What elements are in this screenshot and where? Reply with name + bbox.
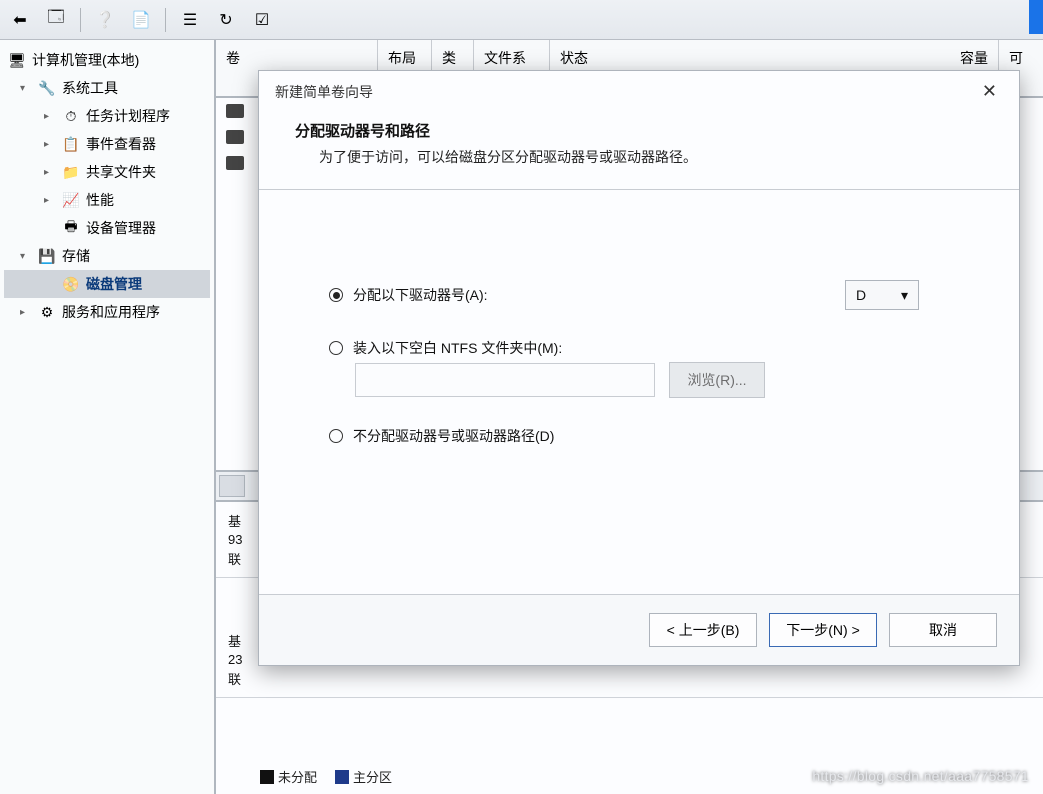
list-icon[interactable]: ☰ <box>178 8 202 32</box>
option-mount-folder[interactable]: 装入以下空白 NTFS 文件夹中(M): <box>329 338 949 358</box>
folder-icon: 📁 <box>62 163 80 181</box>
back-button[interactable]: < 上一步(B) <box>649 613 757 647</box>
tree-label: 性能 <box>86 190 114 210</box>
chart-icon: 📈 <box>62 191 80 209</box>
close-icon[interactable]: ✕ <box>976 81 1003 102</box>
tree-system-tools[interactable]: ▾ 🔧 系统工具 <box>4 74 210 102</box>
gear-icon: ⚙ <box>38 303 56 321</box>
tree-label: 事件查看器 <box>86 134 156 154</box>
disk-status: 联 <box>228 668 1031 689</box>
volume-icon <box>226 104 244 118</box>
main-toolbar: ⬅ 🗔 ❔ 📄 ☰ ↻ ☑ <box>0 0 1043 40</box>
option-label: 分配以下驱动器号(A): <box>353 285 488 305</box>
browse-button[interactable]: 浏览(R)... <box>669 362 765 398</box>
chevron-right-icon: ▸ <box>44 139 56 150</box>
log-icon: 📋 <box>62 135 80 153</box>
tree-disk-management[interactable]: 📀 磁盘管理 <box>4 270 210 298</box>
help-icon[interactable]: ❔ <box>93 8 117 32</box>
dialog-body: 分配以下驱动器号(A): D ▾ 装入以下空白 NTFS 文件夹中(M): 浏览… <box>259 190 1019 594</box>
volume-icon <box>226 130 244 144</box>
radio-mount[interactable] <box>329 341 343 355</box>
tree-label: 磁盘管理 <box>86 274 142 294</box>
separator <box>165 8 166 32</box>
tree-label: 设备管理器 <box>86 218 156 238</box>
scroll-thumb[interactable] <box>219 475 245 497</box>
blue-edge-strip <box>1029 0 1043 34</box>
dialog-subheading: 为了便于访问，可以给磁盘分区分配驱动器号或驱动器路径。 <box>295 147 983 167</box>
tree-storage[interactable]: ▾ 💾 存储 <box>4 242 210 270</box>
refresh-icon[interactable]: ↻ <box>214 8 238 32</box>
tree-label: 存储 <box>62 246 90 266</box>
chevron-down-icon: ▾ <box>901 287 908 304</box>
storage-icon: 💾 <box>38 247 56 265</box>
computer-icon: 🖥 <box>8 51 26 69</box>
disk-icon: 📀 <box>62 275 80 293</box>
legend-unallocated: 未分配 <box>260 767 317 786</box>
separator <box>80 8 81 32</box>
volume-icon <box>226 156 244 170</box>
option-label: 装入以下空白 NTFS 文件夹中(M): <box>353 338 562 358</box>
tree-services[interactable]: ▸ ⚙ 服务和应用程序 <box>4 298 210 326</box>
swatch-black-icon <box>260 770 274 784</box>
dialog-title: 新建简单卷向导 <box>275 82 373 102</box>
watermark-text: https://blog.csdn.net/aaa7758571 <box>812 768 1029 784</box>
tree-shared-folders[interactable]: ▸ 📁 共享文件夹 <box>4 158 210 186</box>
tree-label: 共享文件夹 <box>86 162 156 182</box>
dialog-header: 分配驱动器号和路径 为了便于访问，可以给磁盘分区分配驱动器号或驱动器路径。 <box>259 112 1019 190</box>
chevron-down-icon: ▾ <box>20 83 32 94</box>
nav-tree: 🖥 计算机管理(本地) ▾ 🔧 系统工具 ▸ ⏱ 任务计划程序 ▸ 📋 事件查看器 ▸ 📁 共享… <box>0 40 216 794</box>
drive-letter-value: D <box>856 287 866 303</box>
tree-root[interactable]: 🖥 计算机管理(本地) <box>4 46 210 74</box>
partition-legend: 未分配 主分区 <box>260 767 392 786</box>
folder-icon[interactable]: 📄 <box>129 8 153 32</box>
tree-root-label: 计算机管理(本地) <box>32 50 139 70</box>
tree-event-viewer[interactable]: ▸ 📋 事件查看器 <box>4 130 210 158</box>
option-label: 不分配驱动器号或驱动器路径(D) <box>353 426 554 446</box>
drive-letter-select[interactable]: D ▾ <box>845 280 919 310</box>
dialog-heading: 分配驱动器号和路径 <box>295 120 983 141</box>
chevron-down-icon: ▾ <box>20 251 32 262</box>
mount-path-input[interactable] <box>355 363 655 397</box>
tools-icon: 🔧 <box>38 79 56 97</box>
tree-performance[interactable]: ▸ 📈 性能 <box>4 186 210 214</box>
tree-label: 任务计划程序 <box>86 106 170 126</box>
tree-task-scheduler[interactable]: ▸ ⏱ 任务计划程序 <box>4 102 210 130</box>
radio-assign[interactable] <box>329 288 343 302</box>
next-button[interactable]: 下一步(N) > <box>769 613 877 647</box>
tree-device-manager[interactable]: 🖶 设备管理器 <box>4 214 210 242</box>
new-volume-wizard-dialog: 新建简单卷向导 ✕ 分配驱动器号和路径 为了便于访问，可以给磁盘分区分配驱动器号… <box>258 70 1020 666</box>
chevron-right-icon: ▸ <box>44 195 56 206</box>
dialog-titlebar[interactable]: 新建简单卷向导 ✕ <box>259 71 1019 112</box>
mount-path-row: 浏览(R)... <box>329 362 949 398</box>
option-assign-letter[interactable]: 分配以下驱动器号(A): D ▾ <box>329 280 949 310</box>
tree-label: 服务和应用程序 <box>62 302 160 322</box>
tree-label: 系统工具 <box>62 78 118 98</box>
checkbox-icon[interactable]: ☑ <box>250 8 274 32</box>
dialog-footer: < 上一步(B) 下一步(N) > 取消 <box>259 594 1019 665</box>
app-icon[interactable]: 🗔 <box>44 8 68 32</box>
radio-none[interactable] <box>329 429 343 443</box>
clock-icon: ⏱ <box>62 107 80 125</box>
chevron-right-icon: ▸ <box>20 307 32 318</box>
chevron-right-icon: ▸ <box>44 111 56 122</box>
legend-primary: 主分区 <box>335 767 392 786</box>
device-icon: 🖶 <box>62 219 80 237</box>
back-arrow-icon[interactable]: ⬅ <box>8 8 32 32</box>
option-no-assign[interactable]: 不分配驱动器号或驱动器路径(D) <box>329 426 949 446</box>
cancel-button[interactable]: 取消 <box>889 613 997 647</box>
chevron-right-icon: ▸ <box>44 167 56 178</box>
swatch-blue-icon <box>335 770 349 784</box>
